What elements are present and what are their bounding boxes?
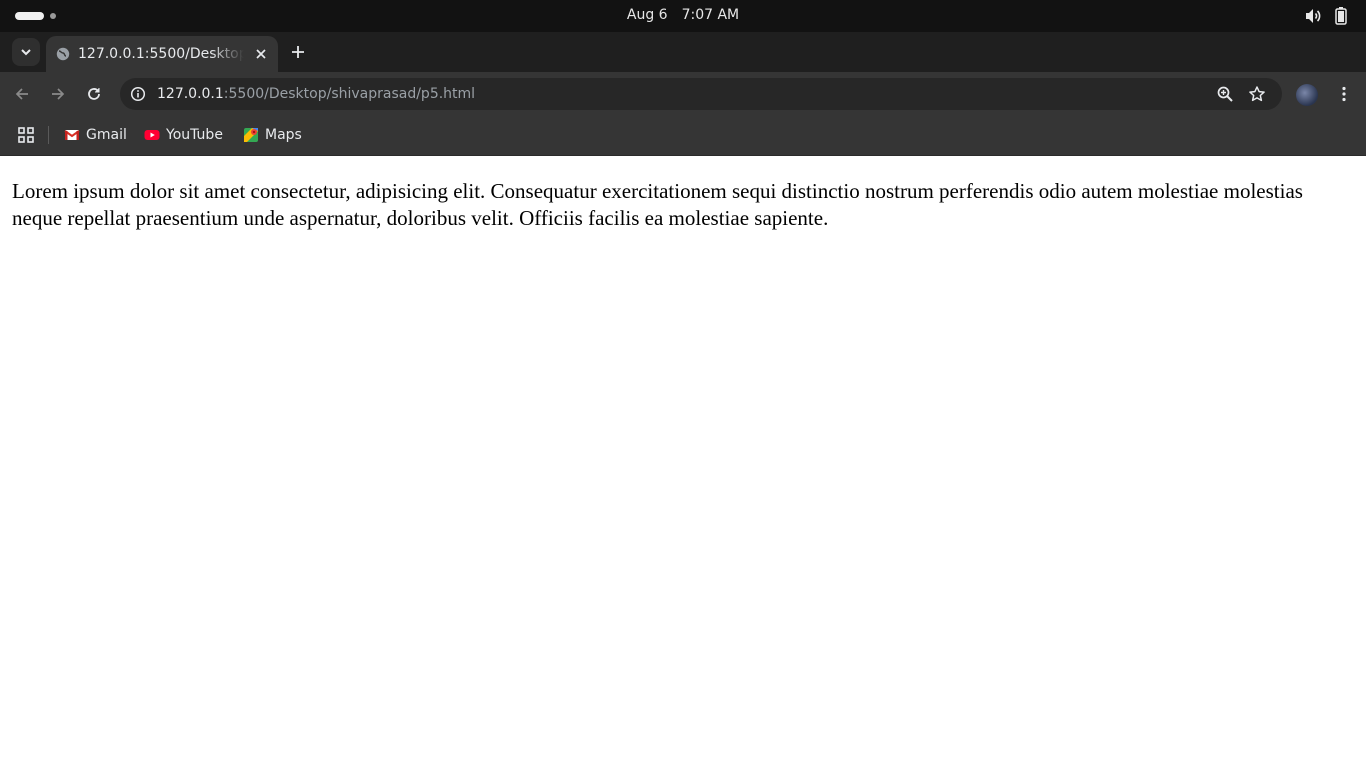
- new-tab-button[interactable]: [289, 43, 307, 61]
- forward-button[interactable]: [49, 85, 67, 103]
- url-text[interactable]: 127.0.0.1:5500/Desktop/shivaprasad/p5.ht…: [157, 84, 475, 104]
- bookmark-label: Maps: [265, 127, 302, 143]
- clock-date: Aug 6: [626, 7, 668, 23]
- tab-search-button[interactable]: [12, 38, 40, 66]
- tab-strip: 127.0.0.1:5500/Desktop/shivaprasad/p5.ht…: [0, 32, 1366, 72]
- volume-icon[interactable]: [1305, 8, 1322, 24]
- youtube-icon: [144, 130, 160, 140]
- bookmark-gmail[interactable]: Gmail: [64, 124, 127, 146]
- more-options-icon[interactable]: [1335, 85, 1353, 103]
- reload-button[interactable]: [85, 85, 103, 103]
- url-path: :5500/Desktop/shivaprasad/p5.html: [223, 86, 476, 102]
- gmail-icon: [64, 130, 80, 140]
- globe-icon: [56, 47, 70, 61]
- bookmarks-divider: [48, 126, 49, 144]
- browser-toolbar: 127.0.0.1:5500/Desktop/shivaprasad/p5.ht…: [0, 72, 1366, 116]
- bookmark-star-icon[interactable]: [1248, 85, 1266, 103]
- address-bar[interactable]: 127.0.0.1:5500/Desktop/shivaprasad/p5.ht…: [120, 78, 1282, 110]
- maps-icon: [244, 128, 258, 142]
- site-info-icon[interactable]: [130, 86, 146, 102]
- chevron-down-icon: [21, 49, 31, 56]
- apps-grid-icon[interactable]: [18, 127, 34, 143]
- bookmark-label: Gmail: [86, 127, 127, 143]
- clock-time: 7:07 AM: [681, 7, 740, 23]
- back-button[interactable]: [13, 85, 31, 103]
- bookmark-youtube[interactable]: YouTube: [144, 124, 223, 146]
- bookmark-label: YouTube: [166, 127, 223, 143]
- clock[interactable]: Aug 6 7:07 AM: [0, 0, 1366, 32]
- zoom-icon[interactable]: [1216, 85, 1234, 103]
- url-host: 127.0.0.1: [157, 86, 224, 102]
- page-viewport: Lorem ipsum dolor sit amet consectetur, …: [0, 156, 1366, 768]
- battery-icon[interactable]: [1335, 7, 1347, 25]
- bookmark-maps[interactable]: Maps: [243, 124, 302, 146]
- tab-active[interactable]: 127.0.0.1:5500/Desktop/shivaprasad/p5.ht…: [46, 36, 278, 72]
- system-top-bar: Aug 6 7:07 AM: [0, 0, 1366, 32]
- bookmarks-bar: Gmail YouTube Maps: [0, 116, 1366, 156]
- profile-avatar[interactable]: [1296, 84, 1318, 106]
- tab-title: 127.0.0.1:5500/Desktop/shivaprasad/p5.ht…: [78, 46, 244, 62]
- lorem-paragraph: Lorem ipsum dolor sit amet consectetur, …: [12, 179, 1303, 230]
- close-icon[interactable]: [254, 47, 268, 61]
